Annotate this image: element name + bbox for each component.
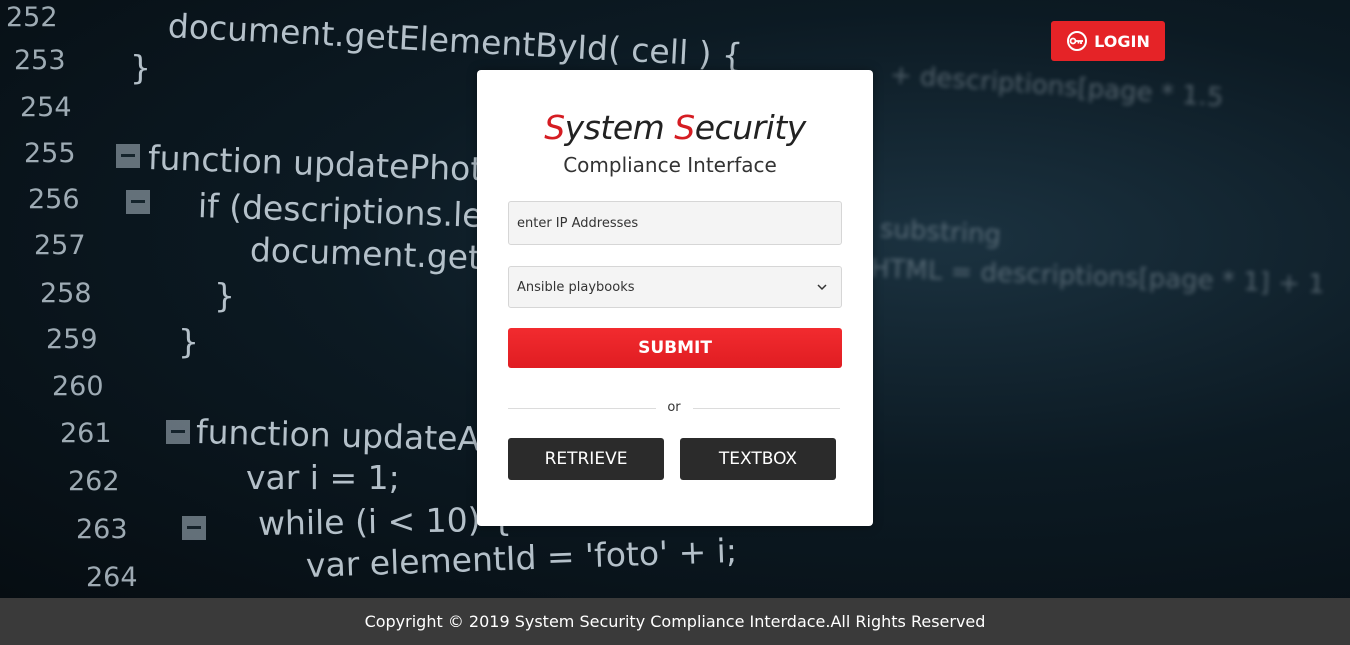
code-line: } bbox=[178, 322, 199, 361]
textbox-button[interactable]: TEXTBOX bbox=[680, 438, 836, 480]
fold-icon bbox=[116, 144, 140, 168]
fold-icon bbox=[126, 190, 150, 214]
line-number: 255 bbox=[24, 138, 76, 169]
line-number: 263 bbox=[76, 514, 128, 545]
divider bbox=[693, 408, 840, 409]
code-line: var i = 1; bbox=[246, 458, 400, 497]
code-line: } bbox=[130, 48, 151, 87]
or-label: or bbox=[667, 400, 681, 415]
code-line-blurred: HTML = descriptions[page * 1] + 1 bbox=[869, 254, 1326, 300]
fold-icon bbox=[182, 516, 206, 540]
line-number: 253 bbox=[14, 45, 66, 76]
code-line-blurred: + descriptions[page * 1.5 bbox=[888, 60, 1225, 114]
login-button[interactable]: LOGIN bbox=[1051, 21, 1165, 61]
line-number: 260 bbox=[52, 371, 104, 402]
login-label: LOGIN bbox=[1094, 31, 1150, 51]
divider bbox=[508, 408, 656, 409]
code-line: } bbox=[214, 276, 235, 315]
code-line: while (i < 10) { bbox=[257, 499, 513, 543]
code-line: document.getElementById( cell ) { bbox=[166, 6, 744, 76]
code-line-blurred: substring bbox=[879, 214, 1002, 251]
login-card: System Security Compliance Interface Ans… bbox=[477, 70, 873, 526]
code-line: function updatePhotoD bbox=[147, 138, 530, 191]
select-value: Ansible playbooks bbox=[517, 279, 635, 295]
code-line: function updateAllI bbox=[195, 412, 509, 460]
title-word: ystem bbox=[564, 108, 675, 147]
line-number: 257 bbox=[34, 230, 86, 261]
code-line: document.getEl bbox=[249, 230, 512, 279]
title-word: ecurity bbox=[694, 108, 807, 147]
line-number: 259 bbox=[46, 324, 98, 355]
submit-button[interactable]: SUBMIT bbox=[508, 328, 842, 368]
playbook-select[interactable]: Ansible playbooks bbox=[508, 266, 842, 308]
fold-icon bbox=[166, 420, 190, 444]
line-number: 262 bbox=[68, 466, 120, 497]
title-letter: S bbox=[544, 108, 565, 147]
line-number: 258 bbox=[40, 278, 92, 309]
app-title: System Security bbox=[477, 108, 873, 147]
code-line: if (descriptions.leng bbox=[197, 186, 526, 237]
line-number: 264 bbox=[86, 562, 138, 593]
copyright-text: Copyright © 2019 System Security Complia… bbox=[364, 612, 986, 631]
line-number: 252 bbox=[6, 2, 58, 33]
line-number: 256 bbox=[28, 184, 80, 215]
line-number: 261 bbox=[60, 418, 112, 449]
retrieve-button[interactable]: RETRIEVE bbox=[508, 438, 664, 480]
ip-address-input[interactable] bbox=[508, 201, 842, 245]
line-number: 254 bbox=[20, 92, 72, 123]
title-letter: S bbox=[674, 108, 695, 147]
key-login-icon bbox=[1066, 30, 1088, 52]
chevron-down-icon bbox=[817, 280, 827, 294]
footer: Copyright © 2019 System Security Complia… bbox=[0, 598, 1350, 645]
app-subtitle: Compliance Interface bbox=[563, 153, 777, 177]
